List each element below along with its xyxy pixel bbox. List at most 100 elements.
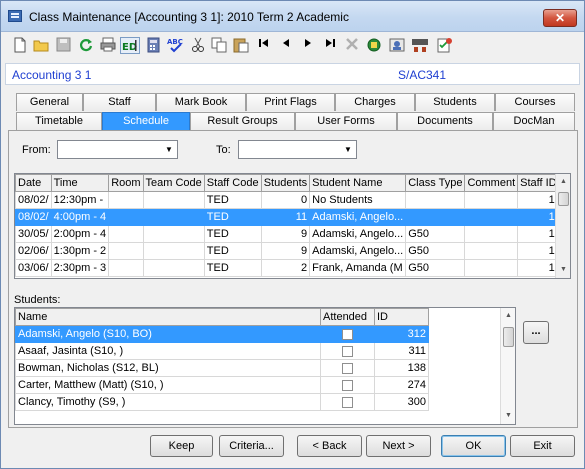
students-grid[interactable]: Name Attended ID Adamski, Angelo (S10, BO)…	[14, 307, 516, 425]
schedule-scrollbar[interactable]: ▲ ▼	[555, 174, 570, 278]
tab-courses[interactable]: Courses	[495, 93, 575, 111]
schedule-column-header[interactable]: Date	[15, 174, 52, 192]
schedule-cell: 2:30pm - 3	[50, 259, 110, 277]
new-icon[interactable]	[11, 37, 28, 54]
schedule-cell: 9	[260, 225, 311, 243]
tab-docman[interactable]: DocMan	[493, 112, 575, 130]
from-date-select[interactable]: ▼	[57, 140, 178, 159]
schedule-column-header[interactable]: Time	[50, 174, 110, 192]
scroll-up-icon[interactable]: ▲	[501, 308, 515, 324]
tab-timetable[interactable]: Timetable	[16, 112, 102, 130]
student-name-cell: Adamski, Angelo (S10, BO)	[15, 325, 321, 343]
keep-button[interactable]: Keep	[150, 435, 213, 457]
copy-icon[interactable]	[210, 37, 227, 54]
students-column-header[interactable]: Name	[15, 308, 321, 326]
students-column-header[interactable]: Attended	[320, 308, 375, 326]
schedule-row[interactable]: 03/06/2:30pm - 3TED2Frank, Amanda (MG501…	[15, 259, 570, 277]
student-row[interactable]: Asaaf, Jasinta (S10, ) 311	[15, 342, 429, 360]
title-bar: Class Maintenance [Accounting 3 1]: 2010…	[1, 1, 584, 32]
open-icon[interactable]	[33, 37, 50, 54]
schedule-cell: 4:00pm - 4	[50, 208, 110, 226]
schedule-column-header[interactable]: Class Type	[405, 174, 466, 192]
schedule-row[interactable]: 08/02/4:00pm - 4TED11Adamski, Angelo...1…	[15, 208, 570, 226]
schedule-cell: Frank, Amanda (M	[309, 259, 407, 277]
students-scrollbar[interactable]: ▲ ▼	[500, 308, 515, 424]
tab-schedule[interactable]: Schedule	[102, 112, 190, 130]
tab-students[interactable]: Students	[415, 93, 495, 111]
photo-icon[interactable]	[388, 37, 405, 54]
next-record-icon[interactable]	[299, 37, 316, 54]
schedule-column-header[interactable]: Student Name	[309, 174, 407, 192]
attended-cell	[320, 393, 375, 411]
to-label: To:	[216, 144, 231, 156]
ok-button[interactable]: OK	[441, 435, 506, 457]
schedule-column-header[interactable]: Students	[260, 174, 311, 192]
schedule-cell: TED	[203, 208, 262, 226]
last-record-icon[interactable]	[321, 37, 338, 54]
tab-general[interactable]: General	[16, 93, 83, 111]
schedule-column-header[interactable]: Room	[108, 174, 144, 192]
classroom-icon[interactable]	[411, 37, 428, 54]
exit-button[interactable]: Exit	[510, 435, 575, 457]
schedule-cell	[142, 191, 205, 209]
schedule-column-header[interactable]: Comment	[464, 174, 519, 192]
attended-checkbox[interactable]	[342, 328, 353, 340]
schedule-cell	[464, 225, 519, 243]
schedule-cell: 9	[260, 242, 311, 260]
cut-icon[interactable]	[189, 37, 206, 54]
save-icon[interactable]	[55, 37, 72, 54]
scroll-thumb[interactable]	[503, 327, 514, 347]
previous-record-icon[interactable]	[277, 37, 294, 54]
schedule-cell	[108, 191, 144, 209]
tab-user-forms[interactable]: User Forms	[295, 112, 397, 130]
paste-icon[interactable]	[232, 37, 249, 54]
tab-print-flags[interactable]: Print Flags	[246, 93, 335, 111]
spellcheck-icon[interactable]: ABC	[167, 37, 184, 54]
attended-checkbox[interactable]	[342, 362, 353, 374]
schedule-row[interactable]: 30/05/2:00pm - 4 TED 9 Adamski, Angelo... G5…	[15, 225, 570, 243]
tab-charges[interactable]: Charges	[335, 93, 415, 111]
edit-icon[interactable]: ED	[120, 37, 140, 54]
attended-checkbox[interactable]	[342, 345, 353, 357]
next-button[interactable]: Next >	[366, 435, 431, 457]
tab-mark-book[interactable]: Mark Book	[156, 93, 246, 111]
class-code: S/AC341	[398, 68, 447, 82]
schedule-row[interactable]: 02/06/1:30pm - 2 TED 9 Adamski, Angelo... G5…	[15, 242, 570, 260]
scroll-down-icon[interactable]: ▼	[556, 262, 570, 278]
scroll-up-icon[interactable]: ▲	[556, 174, 570, 190]
schedule-column-header[interactable]: Team Code	[142, 174, 205, 192]
criteria-button[interactable]: Criteria...	[219, 435, 284, 457]
chevron-down-icon[interactable]: ▼	[161, 141, 177, 158]
print-icon[interactable]	[99, 37, 116, 54]
tab-result-groups[interactable]: Result Groups	[190, 112, 295, 130]
scroll-thumb[interactable]	[558, 192, 569, 206]
close-button[interactable]: ✕	[543, 9, 577, 27]
student-row[interactable]: Bowman, Nicholas (S12, BL) 138	[15, 359, 429, 377]
student-row[interactable]: Carter, Matthew (Matt) (S10, ) 274	[15, 376, 429, 394]
attended-checkbox[interactable]	[342, 396, 353, 408]
refresh-icon[interactable]	[77, 37, 94, 54]
checklist-icon[interactable]	[435, 37, 452, 54]
schedule-row[interactable]: 08/02/12:30pm -TED0No Students165	[15, 191, 570, 209]
schedule-grid[interactable]: Date Time Room Team Code Staff Code Students S…	[14, 173, 571, 279]
first-record-icon[interactable]	[255, 37, 272, 54]
calculator-icon[interactable]	[145, 37, 162, 54]
attended-cell	[320, 359, 375, 377]
schedule-cell: 08/02/	[15, 208, 52, 226]
schedule-cell: No Students	[309, 191, 407, 209]
attended-checkbox[interactable]	[342, 379, 353, 391]
tools-icon[interactable]	[365, 37, 382, 54]
tab-documents[interactable]: Documents	[397, 112, 493, 130]
scroll-down-icon[interactable]: ▼	[501, 408, 515, 424]
student-id-cell: 312	[374, 325, 429, 343]
schedule-column-header[interactable]: Staff Code	[203, 174, 262, 192]
to-date-select[interactable]: ▼	[238, 140, 357, 159]
delete-icon[interactable]	[343, 37, 360, 54]
back-button[interactable]: < Back	[297, 435, 362, 457]
more-students-button[interactable]: ...	[523, 321, 549, 344]
student-row[interactable]: Clancy, Timothy (S9, ) 300	[15, 393, 429, 411]
tab-staff[interactable]: Staff	[83, 93, 156, 111]
student-row[interactable]: Adamski, Angelo (S10, BO) 312	[15, 325, 429, 343]
students-column-header[interactable]: ID	[374, 308, 429, 326]
chevron-down-icon[interactable]: ▼	[340, 141, 356, 158]
